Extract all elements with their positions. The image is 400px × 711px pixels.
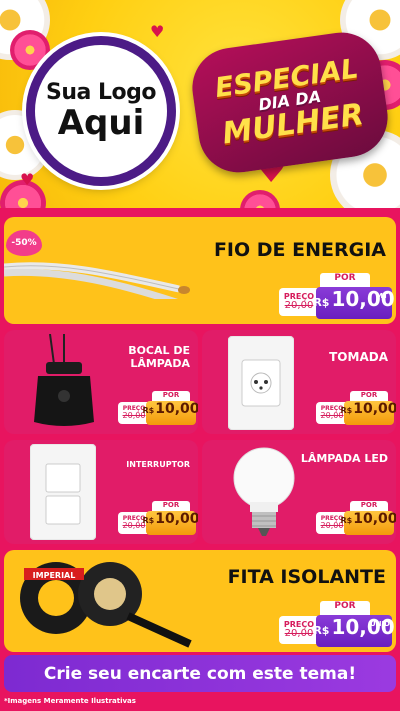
price-por-label: POR bbox=[320, 273, 370, 287]
product-name: TOMADA bbox=[329, 350, 388, 364]
led-bulb-image bbox=[233, 447, 295, 536]
product-name: BOCAL DE LÂMPADA bbox=[128, 344, 190, 370]
product-card-lampada[interactable]: LÂMPADA LED POR PREÇO 20,00 R$ 10,00 bbox=[202, 440, 396, 544]
product-card-fio[interactable]: FIO DE ENERGIA POR PREÇO 20,00 R$ 10,00 … bbox=[4, 217, 396, 324]
heart-icon: ♥ bbox=[20, 170, 35, 189]
product-name: INTERRUPTOR bbox=[126, 460, 190, 469]
unit-label: MT bbox=[376, 292, 388, 300]
new-price: R$ 10,00 bbox=[142, 511, 198, 535]
pink-flower-icon bbox=[240, 190, 280, 208]
product-card-fita[interactable]: IMPERIAL FITA ISOLANTE POR PREÇO 20,00 R… bbox=[4, 550, 396, 652]
tape-brand-text: IMPERIAL bbox=[33, 571, 76, 580]
womens-day-badge: ESPECIAL DIA DA MULHER bbox=[187, 27, 393, 178]
product-card-tomada[interactable]: TOMADA POR PREÇO 20,00 R$ 10,00 bbox=[202, 330, 396, 434]
price-por-label: POR bbox=[320, 601, 370, 615]
product-card-bocal[interactable]: BOCAL DE LÂMPADA POR PREÇO 20,00 R$ 10,0… bbox=[4, 330, 198, 434]
product-name: LÂMPADA LED bbox=[300, 452, 388, 465]
logo-text: Aqui bbox=[57, 102, 145, 143]
header: ♥ ♥ ♥ Sua Logo Aqui ESPECIAL DIA DA MULH… bbox=[0, 0, 400, 208]
badge-title: MULHER bbox=[220, 96, 366, 152]
tape-image: IMPERIAL bbox=[20, 562, 192, 648]
discount-heart-badge: -50% bbox=[6, 230, 42, 256]
heart-icon: ♥ bbox=[150, 22, 165, 41]
logo-placeholder: Sua Logo Aqui bbox=[26, 36, 176, 186]
new-price: R$ 10,00 bbox=[340, 511, 396, 535]
product-name: FIO DE ENERGIA bbox=[213, 239, 386, 261]
outlet-image bbox=[228, 336, 294, 430]
product-card-interruptor[interactable]: INTERRUPTOR POR PREÇO 20,00 R$ 10,00 bbox=[4, 440, 198, 544]
unit-label: UNID bbox=[370, 620, 390, 628]
footnote: *Imagens Meramente Ilustrativas bbox=[4, 697, 136, 705]
cta-banner[interactable]: Crie seu encarte com este tema! bbox=[4, 655, 396, 692]
switch-image bbox=[30, 444, 96, 540]
logo-text: Sua Logo bbox=[45, 79, 157, 105]
new-price: R$ 10,00 bbox=[340, 401, 396, 425]
product-name: FITA ISOLANTE bbox=[227, 566, 386, 588]
new-price: R$ 10,00 bbox=[142, 401, 198, 425]
